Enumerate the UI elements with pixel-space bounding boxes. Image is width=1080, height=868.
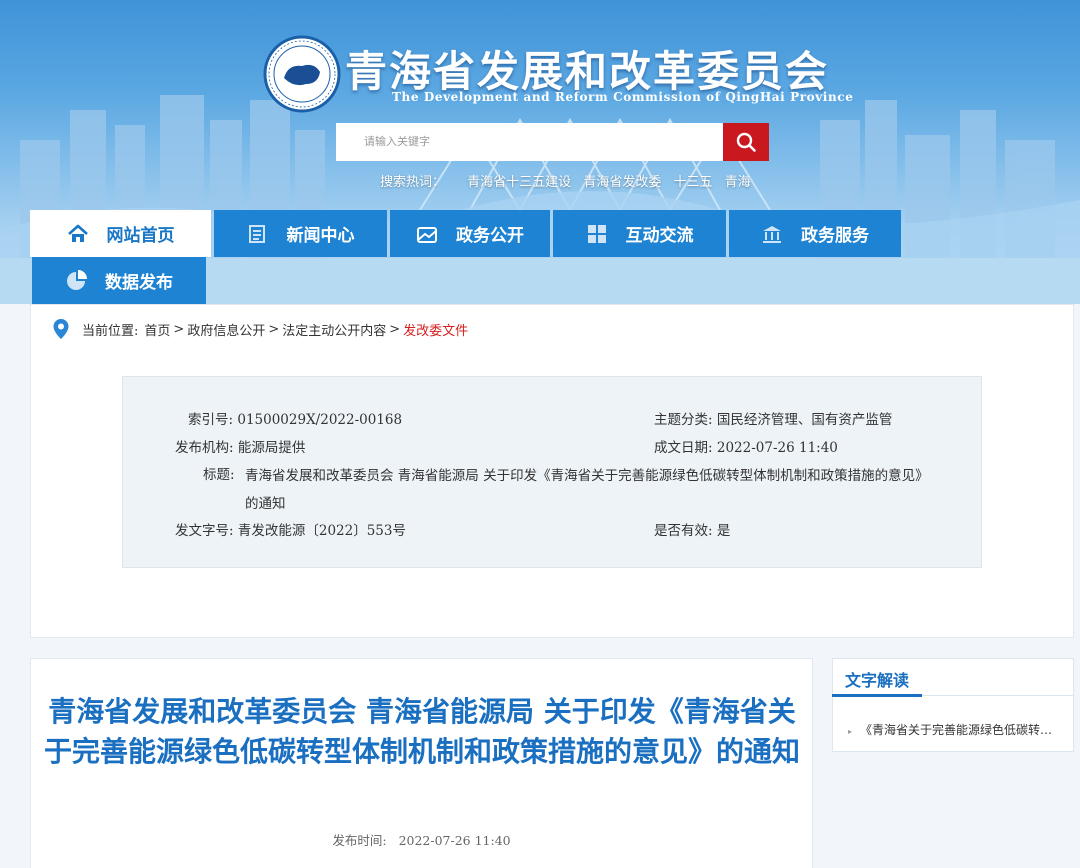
meta-docno-value: 青发改能源〔2022〕553号 bbox=[237, 523, 406, 539]
nav-item-open-gov[interactable]: 政务公开 bbox=[390, 210, 550, 257]
meta-topic-value: 国民经济管理、国有资产监管 bbox=[716, 412, 893, 428]
meta-index-label: 索引号: bbox=[188, 412, 234, 428]
breadcrumb-gov-info[interactable]: 政府信息公开 bbox=[187, 320, 265, 339]
nav-label: 政务公开 bbox=[456, 226, 524, 246]
hot-word-link[interactable]: 十三五 bbox=[673, 175, 712, 190]
nav-item-service[interactable]: 政务服务 bbox=[729, 210, 901, 257]
publish-time: 发布时间: 2022-07-26 11:40 bbox=[30, 830, 813, 849]
breadcrumb-separator: > bbox=[173, 321, 185, 337]
breadcrumb-home[interactable]: 首页 bbox=[144, 320, 170, 339]
search-input[interactable] bbox=[336, 123, 723, 161]
site-subtitle: The Development and Reform Commission of… bbox=[392, 90, 854, 104]
hot-search-label: 搜索热词： bbox=[380, 175, 446, 190]
hot-word-link[interactable]: 青海 bbox=[725, 175, 751, 190]
location-pin-icon bbox=[52, 318, 70, 340]
pie-chart-icon bbox=[65, 269, 87, 292]
search-button[interactable] bbox=[723, 123, 769, 161]
meta-issuer-value: 能源局提供 bbox=[237, 440, 306, 456]
nav-label: 互动交流 bbox=[625, 226, 694, 246]
meta-topic-label: 主题分类: bbox=[654, 412, 713, 428]
meta-date: 成文日期: 2022-07-26 11:40 bbox=[654, 436, 838, 456]
nav-label: 数据发布 bbox=[105, 273, 173, 293]
nav-label: 新闻中心 bbox=[286, 226, 355, 246]
publish-time-value: 2022-07-26 11:40 bbox=[398, 833, 511, 848]
meta-valid: 是否有效: 是 bbox=[654, 519, 730, 539]
meta-index-value: 01500029X/2022-00168 bbox=[237, 412, 403, 428]
interpretation-link[interactable]: ▸ 《青海省关于完善能源绿色低碳转型体制机制和政策措施的意见》解读 bbox=[848, 721, 1058, 738]
nav-label: 政务服务 bbox=[801, 226, 869, 246]
nav-item-home[interactable]: 网站首页 bbox=[30, 210, 211, 257]
meta-valid-label: 是否有效: bbox=[654, 523, 713, 539]
interpretation-underline bbox=[832, 694, 922, 697]
breadcrumb: 当前位置: 首页 > 政府信息公开 > 法定主动公开内容 > 发改委文件 bbox=[52, 318, 468, 340]
breadcrumb-statutory[interactable]: 法定主动公开内容 bbox=[282, 320, 386, 339]
breadcrumb-separator: > bbox=[268, 321, 280, 337]
nav-item-news[interactable]: 新闻中心 bbox=[214, 210, 387, 257]
home-icon bbox=[67, 223, 89, 245]
breadcrumb-current[interactable]: 发改委文件 bbox=[403, 320, 468, 339]
meta-topic: 主题分类: 国民经济管理、国有资产监管 bbox=[654, 408, 892, 428]
triangle-bullet-icon: ▸ bbox=[848, 727, 853, 736]
search-icon bbox=[736, 132, 756, 152]
nav-label: 网站首页 bbox=[106, 226, 175, 246]
meta-issuer-label: 发布机构: bbox=[175, 440, 234, 456]
hot-search-bar: 搜索热词： 青海省十三五建设 青海省发改委 十三五 青海 bbox=[380, 171, 759, 190]
emblem-logo[interactable] bbox=[262, 34, 342, 114]
interpretation-title: 文字解读 bbox=[845, 671, 910, 690]
open-gov-icon bbox=[416, 223, 438, 245]
hot-word-link[interactable]: 青海省发改委 bbox=[583, 175, 661, 190]
nav-item-interaction[interactable]: 互动交流 bbox=[553, 210, 726, 257]
nav-item-data[interactable]: 数据发布 bbox=[32, 257, 206, 304]
meta-date-label: 成文日期: bbox=[654, 440, 713, 456]
interpretation-link-text: 《青海省关于完善能源绿色低碳转型体制机制和政策措施的意见》解读 bbox=[860, 723, 1058, 737]
meta-title-label: 标题: bbox=[203, 467, 235, 483]
hot-word-link[interactable]: 青海省十三五建设 bbox=[467, 175, 571, 190]
breadcrumb-prefix: 当前位置: bbox=[82, 323, 139, 339]
article-title: 青海省发展和改革委员会 青海省能源局 关于印发《青海省关于完善能源绿色低碳转型体… bbox=[43, 695, 800, 768]
meta-date-value: 2022-07-26 11:40 bbox=[716, 440, 838, 456]
meta-docno: 发文字号: 青发改能源〔2022〕553号 bbox=[175, 519, 406, 539]
meta-docno-label: 发文字号: bbox=[175, 523, 234, 539]
meta-valid-value: 是 bbox=[716, 523, 731, 539]
service-icon bbox=[761, 223, 783, 245]
publish-time-label: 发布时间: bbox=[332, 833, 387, 848]
meta-issuer: 发布机构: 能源局提供 bbox=[175, 436, 305, 456]
news-icon bbox=[247, 223, 269, 245]
meta-index: 索引号: 01500029X/2022-00168 bbox=[188, 408, 402, 428]
interaction-icon bbox=[586, 223, 608, 245]
breadcrumb-separator: > bbox=[389, 321, 401, 337]
meta-title-value: 青海省发展和改革委员会 青海省能源局 关于印发《青海省关于完善能源绿色低碳转型体… bbox=[245, 468, 929, 512]
